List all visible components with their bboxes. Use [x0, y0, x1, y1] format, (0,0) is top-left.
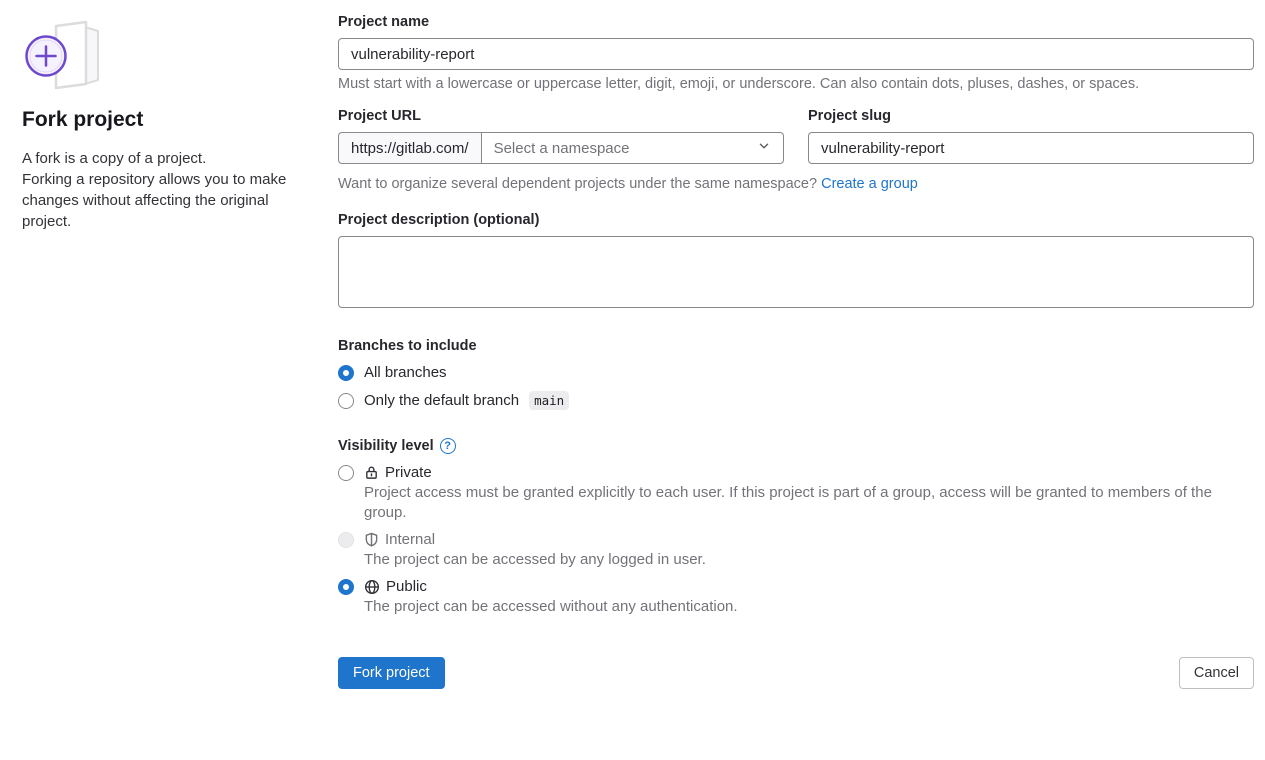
branches-label: Branches to include — [338, 338, 1254, 354]
namespace-help-text: Want to organize several dependent proje… — [338, 176, 817, 192]
visibility-private-label[interactable]: Private — [385, 464, 432, 481]
namespace-select-placeholder: Select a namespace — [494, 140, 630, 157]
project-slug-group: Project slug — [808, 108, 1254, 164]
visibility-private-help: Project access must be granted explicitl… — [364, 483, 1254, 523]
radio-private[interactable] — [338, 465, 354, 481]
page-title: Fork project — [22, 108, 292, 132]
branch-option-default-label[interactable]: Only the default branch — [364, 392, 519, 409]
visibility-option-internal: Internal The project can be accessed by … — [338, 531, 1254, 570]
project-url-group: Project URL https://gitlab.com/ Select a… — [338, 108, 784, 164]
shield-icon — [364, 532, 379, 547]
project-name-label: Project name — [338, 14, 1254, 30]
sidebar-info: Fork project A fork is a copy of a proje… — [22, 14, 292, 689]
project-description-group: Project description (optional) — [338, 212, 1254, 312]
branch-option-all[interactable]: All branches — [338, 364, 1254, 381]
page-description-line2: Forking a repository allows you to make … — [22, 169, 292, 232]
default-branch-badge: main — [529, 391, 569, 410]
visibility-internal-label: Internal — [385, 531, 435, 548]
fork-project-page: Fork project A fork is a copy of a proje… — [0, 0, 1265, 689]
visibility-public-row[interactable]: Public — [338, 578, 1254, 595]
fork-project-button[interactable]: Fork project — [338, 657, 445, 689]
visibility-internal-help: The project can be accessed by any logge… — [364, 550, 1254, 570]
visibility-public-label[interactable]: Public — [386, 578, 427, 595]
page-description-line1: A fork is a copy of a project. — [22, 148, 292, 169]
globe-icon — [364, 579, 380, 595]
radio-all-branches[interactable] — [338, 365, 354, 381]
project-slug-input[interactable] — [808, 132, 1254, 164]
visibility-public-help: The project can be accessed without any … — [364, 597, 1254, 617]
create-group-link[interactable]: Create a group — [821, 176, 918, 192]
fork-form: Project name Must start with a lowercase… — [338, 14, 1254, 689]
radio-internal — [338, 532, 354, 548]
visibility-label: Visibility level ? — [338, 438, 1254, 454]
form-actions: Fork project Cancel — [338, 657, 1254, 689]
help-question-icon[interactable]: ? — [440, 438, 456, 454]
chevron-down-icon — [757, 139, 771, 157]
branch-option-all-label[interactable]: All branches — [364, 364, 447, 381]
project-name-input[interactable] — [338, 38, 1254, 70]
visibility-label-text: Visibility level — [338, 438, 434, 454]
branches-section: Branches to include All branches Only th… — [338, 338, 1254, 410]
lock-icon — [364, 465, 379, 480]
fork-illustration — [22, 14, 104, 94]
project-slug-label: Project slug — [808, 108, 1254, 124]
visibility-option-public: Public The project can be accessed witho… — [338, 578, 1254, 617]
project-name-group: Project name Must start with a lowercase… — [338, 14, 1254, 92]
cancel-button[interactable]: Cancel — [1179, 657, 1254, 689]
namespace-select[interactable]: Select a namespace — [481, 132, 784, 164]
project-description-input[interactable] — [338, 236, 1254, 308]
project-description-label: Project description (optional) — [338, 212, 1254, 228]
visibility-section: Visibility level ? P — [338, 438, 1254, 617]
url-slug-row: Project URL https://gitlab.com/ Select a… — [338, 108, 1254, 164]
branch-option-default[interactable]: Only the default branch main — [338, 391, 1254, 410]
namespace-help: Want to organize several dependent proje… — [338, 176, 1254, 192]
fork-document-icon — [22, 14, 104, 94]
visibility-option-private: Private Project access must be granted e… — [338, 464, 1254, 523]
visibility-private-row[interactable]: Private — [338, 464, 1254, 481]
radio-default-branch[interactable] — [338, 393, 354, 409]
project-url-label: Project URL — [338, 108, 784, 124]
project-name-help: Must start with a lowercase or uppercase… — [338, 76, 1254, 92]
project-url-prefix: https://gitlab.com/ — [338, 132, 481, 164]
radio-public[interactable] — [338, 579, 354, 595]
visibility-internal-row: Internal — [338, 531, 1254, 548]
